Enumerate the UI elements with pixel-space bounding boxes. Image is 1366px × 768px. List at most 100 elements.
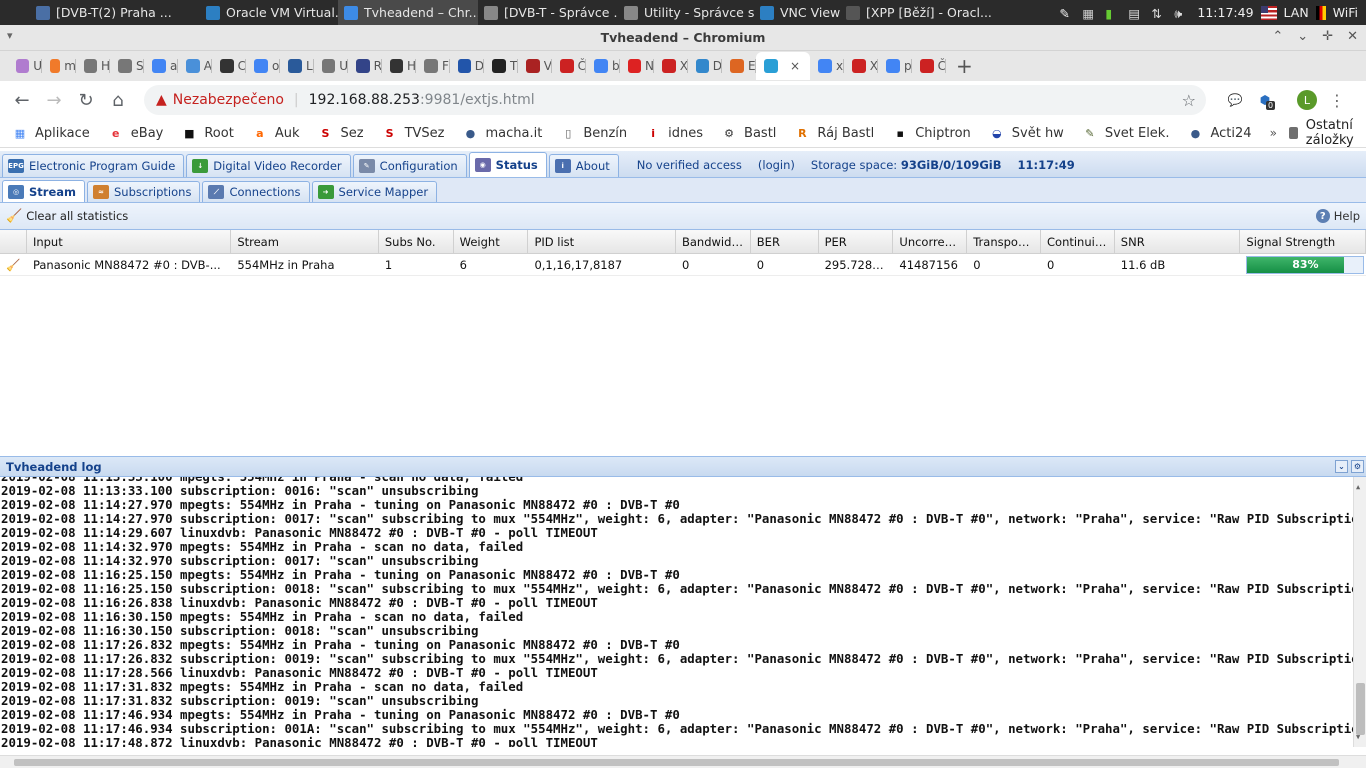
calculator-icon[interactable]: ▦ bbox=[1082, 6, 1098, 21]
window-shade-button[interactable]: ⌃ bbox=[1272, 29, 1283, 44]
pencil-icon[interactable]: ✎ bbox=[1059, 6, 1075, 21]
sub-tab[interactable]: ◎ Stream bbox=[2, 180, 85, 202]
tab-close-icon[interactable]: × bbox=[790, 59, 800, 73]
forward-button[interactable]: → bbox=[38, 90, 70, 111]
browser-tab[interactable]: X bbox=[654, 52, 688, 80]
window-maximize-button[interactable]: ✛ bbox=[1322, 29, 1333, 44]
main-tab[interactable]: ◉ Status bbox=[468, 152, 547, 177]
sub-tab[interactable]: ≈ Subscriptions bbox=[87, 181, 201, 202]
browser-tab[interactable]: A bbox=[178, 52, 212, 80]
new-tab-button[interactable]: + bbox=[956, 54, 973, 78]
browser-tab[interactable]: E bbox=[722, 52, 756, 80]
browser-tab[interactable]: S bbox=[110, 52, 144, 80]
grid-column-header[interactable]: Weight bbox=[454, 230, 529, 253]
taskbar-item[interactable]: Utility - Správce s... bbox=[618, 0, 754, 25]
scroll-down-icon[interactable]: ▼ bbox=[1356, 730, 1360, 744]
wifi-signal-icon[interactable] bbox=[1315, 5, 1326, 20]
bookmark-item[interactable]: a Auk bbox=[252, 125, 299, 141]
clear-statistics-button[interactable]: 🧹 Clear all statistics bbox=[6, 209, 128, 224]
browser-tab[interactable]: o bbox=[246, 52, 280, 80]
grid-column-header[interactable]: Subs No. bbox=[379, 230, 454, 253]
window-close-button[interactable]: ✕ bbox=[1347, 29, 1358, 44]
network-transfer-icon[interactable]: ⇅ bbox=[1151, 6, 1167, 21]
taskbar-item[interactable]: [DVB-T - Správce ... bbox=[478, 0, 618, 25]
url-path[interactable]: :9981/extjs.html bbox=[420, 92, 535, 108]
browser-tab[interactable]: V bbox=[518, 52, 552, 80]
profile-button[interactable]: L bbox=[1292, 90, 1322, 110]
grid-column-header[interactable]: Bandwidth... bbox=[676, 230, 751, 253]
help-button[interactable]: ? Help bbox=[1315, 209, 1360, 223]
browser-tab[interactable]: a bbox=[144, 52, 178, 80]
chrome-menu-icon[interactable]: ⋮ bbox=[1322, 91, 1352, 110]
browser-tab[interactable]: Č bbox=[552, 52, 586, 80]
url-host[interactable]: 192.168.88.253 bbox=[309, 92, 420, 108]
scrollbar-thumb[interactable] bbox=[1356, 683, 1365, 735]
bookmark-item[interactable]: ■ Root bbox=[181, 125, 234, 141]
taskbar-item[interactable]: Tvheadend – Chr... bbox=[338, 0, 478, 25]
browser-tab[interactable]: H bbox=[382, 52, 416, 80]
browser-tab[interactable]: U bbox=[8, 52, 42, 80]
browser-tab[interactable]: T bbox=[484, 52, 518, 80]
warning-icon[interactable]: ▲ bbox=[156, 92, 167, 108]
browser-tab[interactable]: H bbox=[76, 52, 110, 80]
back-button[interactable]: ← bbox=[6, 90, 38, 111]
main-tab[interactable]: ✎ Configuration bbox=[352, 154, 467, 177]
main-tab[interactable]: EPG Electronic Program Guide bbox=[2, 154, 185, 177]
tray-clock[interactable]: 11:17:49 bbox=[1197, 5, 1253, 20]
address-bar[interactable]: ▲ Nezabezpečeno | 192.168.88.253 :9981/e… bbox=[144, 85, 1206, 115]
grid-column-header[interactable]: SNR bbox=[1115, 230, 1241, 253]
window-minimize-button[interactable]: ⌄ bbox=[1297, 29, 1308, 44]
volume-icon[interactable]: 🕪 bbox=[1174, 6, 1190, 21]
bookmark-item[interactable]: e eBay bbox=[108, 125, 163, 141]
browser-tab[interactable]: L bbox=[280, 52, 314, 80]
browser-tab[interactable]: D bbox=[450, 52, 484, 80]
table-row[interactable]: 🧹 Panasonic MN88472 #0 : DVB-... 554MHz in… bbox=[0, 254, 1366, 276]
main-tab[interactable]: i About bbox=[548, 154, 619, 177]
scroll-up-icon[interactable]: ▲ bbox=[1356, 480, 1360, 494]
grid-column-header[interactable]: Transport ... bbox=[967, 230, 1041, 253]
browser-tab[interactable]: m bbox=[42, 52, 76, 80]
browser-tab[interactable]: U bbox=[314, 52, 348, 80]
browser-tab[interactable]: X bbox=[844, 52, 878, 80]
grid-column-header[interactable]: Stream bbox=[231, 230, 379, 253]
home-button[interactable]: ⌂ bbox=[102, 90, 134, 111]
browser-tab[interactable]: F bbox=[416, 52, 450, 80]
bookmark-item[interactable]: S TVSez bbox=[382, 125, 445, 141]
bookmark-item[interactable]: ● macha.it bbox=[462, 125, 543, 141]
bookmark-item[interactable]: ◒ Svět hw bbox=[989, 125, 1064, 141]
bookmark-item[interactable]: ✎ Svet Elek. bbox=[1082, 125, 1169, 141]
horizontal-scrollbar[interactable] bbox=[0, 755, 1366, 768]
browser-tab[interactable]: N bbox=[620, 52, 654, 80]
clipboard-icon[interactable]: ▤ bbox=[1128, 6, 1144, 21]
other-bookmarks-button[interactable]: Ostatní záložky bbox=[1288, 118, 1361, 148]
grid-column-header[interactable]: Input bbox=[27, 230, 232, 253]
grid-column-header[interactable]: PER bbox=[819, 230, 894, 253]
login-link[interactable]: (login) bbox=[758, 158, 795, 172]
bookmark-item[interactable]: ▪ Chiptron bbox=[892, 125, 971, 141]
grid-column-header[interactable]: Signal Strength bbox=[1240, 230, 1366, 253]
browser-tab[interactable]: Č bbox=[912, 52, 946, 80]
sub-tab[interactable]: ⟋ Connections bbox=[202, 181, 310, 202]
extension-chat-icon[interactable]: 💬 bbox=[1220, 93, 1250, 107]
taskbar-item[interactable]: Oracle VM Virtual... bbox=[200, 0, 338, 25]
browser-tab[interactable]: C bbox=[212, 52, 246, 80]
sub-tab[interactable]: ➜ Service Mapper bbox=[311, 181, 438, 202]
browser-tab[interactable]: D bbox=[688, 52, 722, 80]
us-flag-icon[interactable] bbox=[1260, 5, 1277, 20]
grid-column-header[interactable]: BER bbox=[751, 230, 819, 253]
main-tab[interactable]: ↓ Digital Video Recorder bbox=[186, 154, 351, 177]
bookmark-item[interactable]: R Ráj Bastl bbox=[794, 125, 874, 141]
browser-tab[interactable]: x bbox=[810, 52, 844, 80]
bookmark-item[interactable]: ▦ Aplikace bbox=[12, 125, 90, 141]
extension-badge-icon[interactable]: ⬢ 0 bbox=[1250, 93, 1280, 110]
gear-icon[interactable]: ⚙ bbox=[1351, 460, 1364, 473]
collapse-panel-button[interactable]: ⌄ bbox=[1335, 460, 1348, 473]
bookmark-item[interactable]: ▯ Benzín bbox=[560, 125, 627, 141]
broom-icon[interactable]: 🧹 bbox=[0, 254, 27, 275]
reload-button[interactable]: ↻ bbox=[70, 90, 102, 111]
browser-tab[interactable]: × bbox=[756, 52, 810, 80]
taskbar-item[interactable]: [DVB-T(2) Praha ... bbox=[30, 0, 200, 25]
bookmark-item[interactable]: ● Acti24 bbox=[1187, 125, 1252, 141]
bookmark-item[interactable]: i idnes bbox=[645, 125, 703, 141]
grid-column-header[interactable]: Uncorrect... bbox=[893, 230, 968, 253]
